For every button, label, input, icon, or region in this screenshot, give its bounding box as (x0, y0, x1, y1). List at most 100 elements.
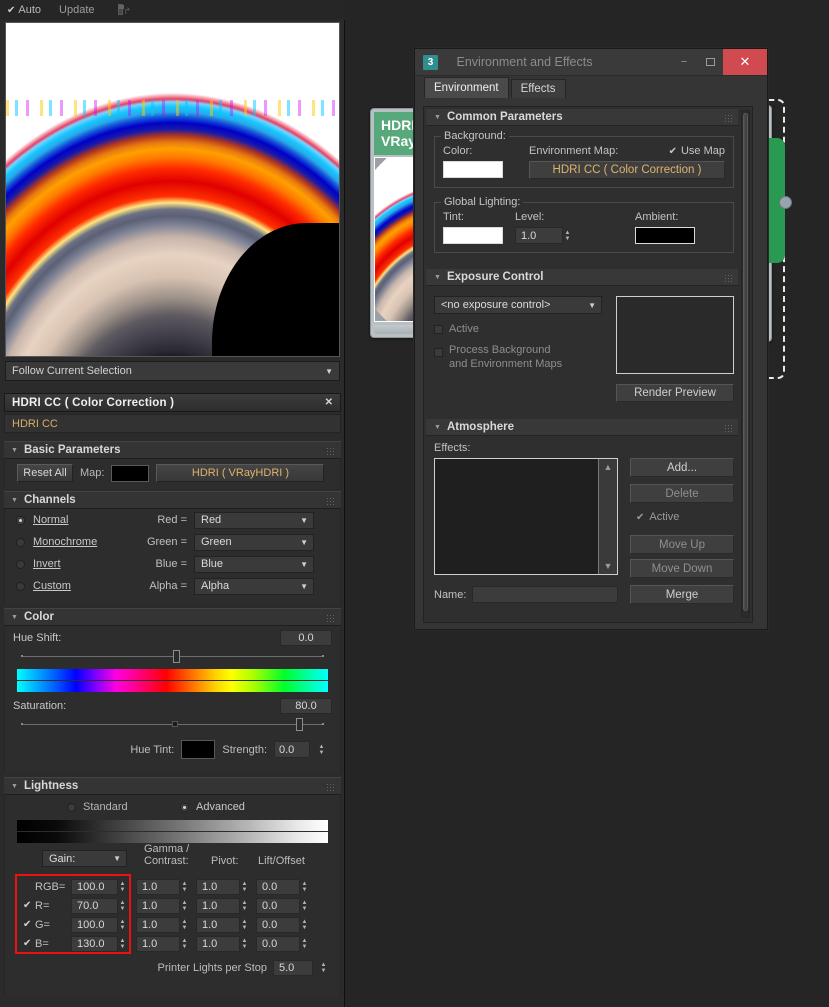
reset-all-button[interactable]: Reset All (17, 464, 73, 482)
lift-spinner-r[interactable]: ▲▼ (300, 899, 309, 913)
channel-blue-dropdown[interactable]: Blue▼ (194, 556, 314, 573)
channel-alpha-dropdown[interactable]: Alpha▼ (194, 578, 314, 595)
channel-mode-label-normal[interactable]: Normal (33, 514, 125, 526)
rollout-color[interactable]: ▼ Color (4, 608, 341, 626)
channel-mode-radio-invert[interactable] (16, 560, 25, 569)
ambient-swatch[interactable] (635, 227, 695, 244)
lightness-mode-label-standard[interactable]: Standard (83, 801, 173, 813)
gamma-value-r[interactable]: 1.0 (136, 898, 180, 914)
material-preview[interactable] (5, 22, 340, 357)
hue-shift-slider[interactable] (13, 650, 332, 662)
lift-spinner-rgb[interactable]: ▲▼ (300, 880, 309, 894)
auto-toggle[interactable]: ✔ Auto (7, 4, 41, 16)
name-input[interactable] (472, 586, 618, 603)
atmosphere-active-check-icon[interactable]: ✔ (636, 512, 644, 523)
pivot-value-rgb[interactable]: 1.0 (196, 879, 240, 895)
gamma-value-rgb[interactable]: 1.0 (136, 879, 180, 895)
lift-value-g[interactable]: 0.0 (256, 917, 300, 933)
rollout-common-parameters[interactable]: ▼ Common Parameters (426, 109, 738, 126)
use-map-check-icon[interactable]: ✔ (669, 146, 677, 157)
move-up-button[interactable]: Move Up (630, 535, 734, 554)
printer-lights-value[interactable]: 5.0 (273, 960, 313, 976)
gain-value-g[interactable]: 100.0 (71, 917, 118, 933)
gain-spinner-b[interactable]: ▲▼ (118, 937, 127, 951)
gain-spinner-g[interactable]: ▲▼ (118, 918, 127, 932)
rollout-exposure-control[interactable]: ▼ Exposure Control (426, 269, 738, 286)
process-background-checkbox[interactable] (434, 348, 443, 357)
rollout-lightness[interactable]: ▼ Lightness (4, 777, 341, 795)
hue-tint-swatch[interactable] (181, 740, 215, 759)
material-name-field[interactable]: HDRI CC (4, 414, 341, 433)
row-check-r[interactable]: ✔ (23, 900, 35, 911)
channel-mode-label-monochrome[interactable]: Monochrome (33, 536, 125, 548)
environment-map-button[interactable]: HDRI CC ( Color Correction ) (529, 161, 725, 179)
exposure-active-checkbox[interactable] (434, 325, 443, 334)
lightness-mode-label-advanced[interactable]: Advanced (196, 801, 245, 813)
channel-mode-radio-monochrome[interactable] (16, 538, 25, 547)
minimize-button[interactable]: − (671, 49, 697, 75)
lift-value-r[interactable]: 0.0 (256, 898, 300, 914)
saturation-value[interactable]: 80.0 (280, 698, 332, 714)
lift-spinner-b[interactable]: ▲▼ (300, 937, 309, 951)
pivot-spinner-b[interactable]: ▲▼ (240, 937, 249, 951)
channel-mode-label-custom[interactable]: Custom (33, 580, 125, 592)
map-slot-button[interactable]: HDRI ( VRayHDRI ) (156, 464, 324, 482)
lift-spinner-g[interactable]: ▲▼ (300, 918, 309, 932)
strength-spinner[interactable]: ▲▼ (317, 743, 326, 757)
env-dialog-titlebar[interactable]: 3 Environment and Effects − ✕ (415, 49, 767, 76)
lightness-mode-radio-standard[interactable] (67, 803, 76, 812)
level-spinner[interactable]: ▲▼ (563, 229, 572, 243)
effects-list-scrollbar[interactable]: ▲ ▼ (598, 459, 617, 574)
exposure-control-dropdown[interactable]: <no exposure control> ▼ (434, 296, 602, 314)
delete-effect-button[interactable]: Delete (630, 484, 734, 503)
selection-mode-dropdown[interactable]: Follow Current Selection ▼ (5, 361, 340, 381)
saturation-slider[interactable] (13, 718, 332, 730)
map-color-swatch[interactable] (111, 465, 149, 482)
exposure-preview-thumbnail[interactable] (616, 296, 734, 374)
gain-spinner-rgb[interactable]: ▲▼ (118, 880, 127, 894)
gamma-spinner-rgb[interactable]: ▲▼ (180, 880, 189, 894)
scroll-down-icon[interactable]: ▼ (604, 561, 613, 571)
effects-listbox[interactable]: ▲ ▼ (434, 458, 618, 575)
channel-mode-label-invert[interactable]: Invert (33, 558, 125, 570)
gamma-spinner-r[interactable]: ▲▼ (180, 899, 189, 913)
channel-mode-radio-normal[interactable] (16, 516, 25, 525)
pivot-value-b[interactable]: 1.0 (196, 936, 240, 952)
env-dialog-scrollbar[interactable] (741, 110, 750, 618)
lightness-mode-dropdown[interactable]: Gain:▼ (42, 850, 127, 867)
level-value[interactable]: 1.0 (515, 227, 563, 244)
lightness-mode-radio-advanced[interactable] (180, 803, 189, 812)
hue-shift-value[interactable]: 0.0 (280, 630, 332, 646)
gamma-value-g[interactable]: 1.0 (136, 917, 180, 933)
bg-color-swatch[interactable] (443, 161, 503, 178)
channel-green-dropdown[interactable]: Green▼ (194, 534, 314, 551)
lift-value-rgb[interactable]: 0.0 (256, 879, 300, 895)
rollout-atmosphere[interactable]: ▼ Atmosphere (426, 419, 738, 436)
pin-icon[interactable]: ↱ (115, 2, 131, 18)
node-hdri-cc-output-socket[interactable] (779, 196, 792, 209)
maximize-button[interactable] (697, 49, 723, 75)
strength-value[interactable]: 0.0 (274, 741, 310, 758)
lift-value-b[interactable]: 0.0 (256, 936, 300, 952)
gain-value-r[interactable]: 70.0 (71, 898, 118, 914)
gamma-spinner-g[interactable]: ▲▼ (180, 918, 189, 932)
gain-value-b[interactable]: 130.0 (71, 936, 118, 952)
scroll-up-icon[interactable]: ▲ (604, 462, 613, 472)
move-down-button[interactable]: Move Down (630, 559, 734, 578)
tab-environment[interactable]: Environment (424, 77, 509, 98)
pivot-value-g[interactable]: 1.0 (196, 917, 240, 933)
rollout-basic-parameters[interactable]: ▼ Basic Parameters (4, 441, 341, 459)
merge-button[interactable]: Merge (630, 585, 734, 604)
printer-lights-spinner[interactable]: ▲▼ (319, 961, 328, 975)
render-preview-button[interactable]: Render Preview (616, 384, 734, 402)
gain-spinner-r[interactable]: ▲▼ (118, 899, 127, 913)
pivot-spinner-rgb[interactable]: ▲▼ (240, 880, 249, 894)
rollout-channels[interactable]: ▼ Channels (4, 491, 341, 509)
close-icon[interactable]: ✕ (325, 397, 333, 408)
gain-value-rgb[interactable]: 100.0 (71, 879, 118, 895)
update-button[interactable]: Update (59, 4, 94, 16)
material-titlebar[interactable]: HDRI CC ( Color Correction ) ✕ (4, 393, 341, 412)
pivot-value-r[interactable]: 1.0 (196, 898, 240, 914)
row-check-b[interactable]: ✔ (23, 938, 35, 949)
gamma-value-b[interactable]: 1.0 (136, 936, 180, 952)
